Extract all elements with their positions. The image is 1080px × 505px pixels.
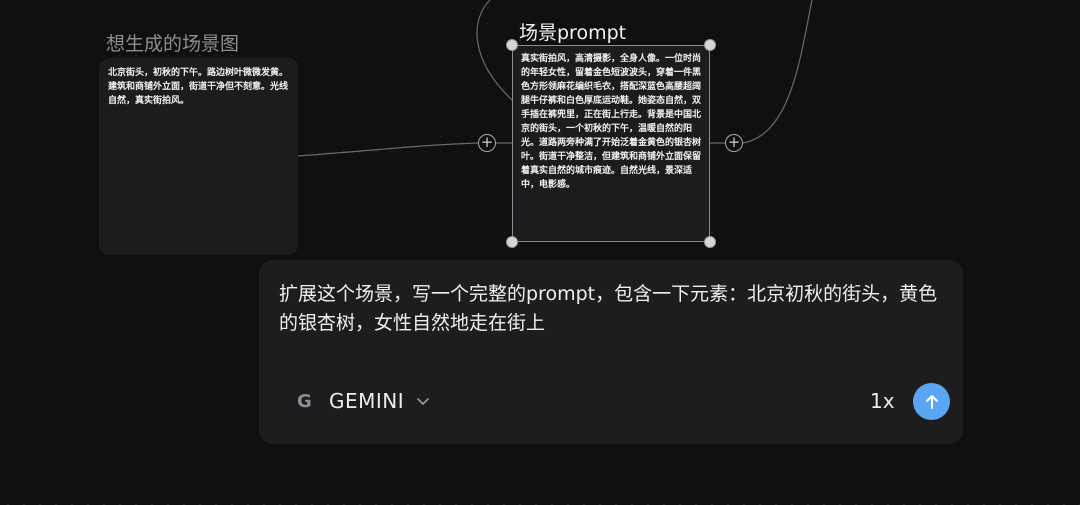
model-selector-dropdown[interactable]: G GEMINI [297,387,430,415]
prompt-node-title: 场景prompt [519,22,627,44]
source-node-card[interactable]: 北京街头，初秋的下午。路边树叶微微发黄。建筑和商铺外立面，街道干净但不刻意。光线… [99,58,298,255]
wire-downstream-curve [742,0,813,144]
arrow-up-icon [925,394,938,409]
resize-handle-bottom-left[interactable] [506,236,518,248]
send-button[interactable] [913,383,950,420]
prompt-node-text: 真实街拍风，高清摄影，全身人像。一位时尚的年轻女性，留着金色短波波头，穿着一件黑… [521,54,702,190]
source-node-text: 北京街头，初秋的下午。路边树叶微微发黄。建筑和商铺外立面，街道干净但不刻意。光线… [108,68,289,106]
prompt-input[interactable]: 扩展这个场景，写一个完整的prompt，包含一下元素：北京初秋的街头，黄色的银杏… [279,280,943,338]
model-label: GEMINI [329,389,405,413]
generation-count-button[interactable]: 1x [870,389,895,413]
wire-source-to-prompt [297,142,479,157]
input-port-plus-icon[interactable]: + [478,134,496,152]
prompt-composer: 扩展这个场景，写一个完整的prompt，包含一下元素：北京初秋的街头，黄色的银杏… [259,260,963,444]
source-node-title: 想生成的场景图 [106,33,240,55]
resize-handle-bottom-right[interactable] [704,236,716,248]
resize-handle-top-left[interactable] [506,39,518,51]
resize-handle-top-right[interactable] [704,39,716,51]
google-g-icon: G [297,390,312,412]
chevron-down-icon [417,398,429,405]
output-port-plus-icon[interactable]: + [725,134,743,152]
wire-upstream-curve [476,0,513,101]
prompt-node-card[interactable]: 真实街拍风，高清摄影，全身人像。一位时尚的年轻女性，留着金色短波波头，穿着一件黑… [512,45,710,242]
